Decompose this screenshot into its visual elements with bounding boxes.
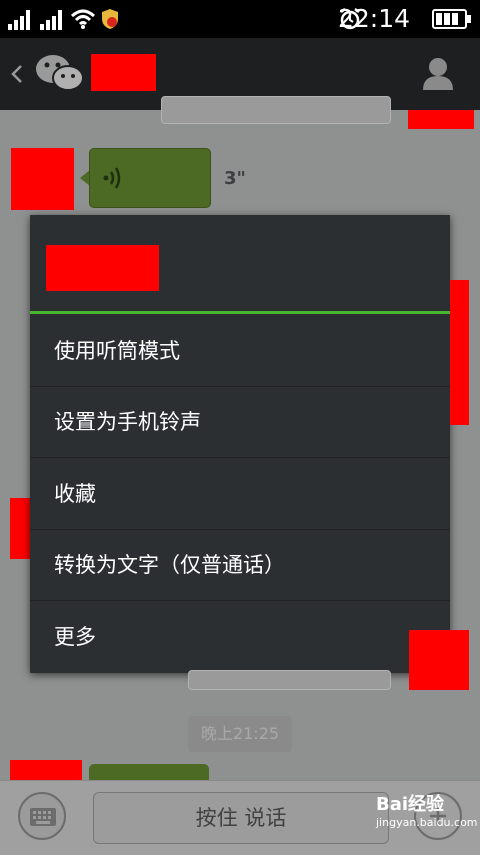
avatar-redacted — [11, 148, 74, 210]
keyboard-toggle-button[interactable] — [18, 792, 66, 840]
status-time: 22:14 — [337, 4, 410, 33]
hold-to-talk-button[interactable]: 按住 说话 — [93, 792, 389, 844]
battery-icon — [432, 9, 471, 29]
security-shield-icon — [102, 9, 118, 29]
message-bubble[interactable] — [161, 96, 391, 124]
wechat-logo-icon — [36, 55, 84, 91]
watermark-url: jingyan.baidu.com — [376, 816, 478, 829]
avatar-redacted — [408, 110, 474, 129]
context-menu: 使用听筒模式 设置为手机铃声 收藏 转换为文字（仅普通话） 更多 — [30, 215, 450, 673]
voice-duration: 3" — [224, 168, 246, 189]
back-chevron-icon[interactable] — [10, 64, 24, 84]
menu-title-divider — [30, 311, 450, 314]
voice-wave-icon — [103, 167, 121, 189]
menu-item-convert-to-text[interactable]: 转换为文字（仅普通话） — [30, 530, 450, 601]
menu-item-favorite[interactable]: 收藏 — [30, 459, 450, 530]
menu-title-redacted — [46, 245, 159, 291]
wifi-icon — [70, 9, 96, 29]
menu-item-earpiece-mode[interactable]: 使用听筒模式 — [30, 316, 450, 387]
message-timestamp: 晚上21:25 — [188, 716, 292, 752]
baidu-watermark: Bai经验 jingyan.baidu.com — [376, 790, 478, 829]
avatar-redacted — [10, 760, 82, 782]
watermark-brand: Bai经验 — [376, 794, 445, 815]
status-bar: 22:14 — [0, 0, 480, 38]
keyboard-icon — [30, 808, 56, 826]
contact-profile-icon[interactable] — [422, 56, 454, 90]
avatar-redacted — [10, 498, 32, 559]
avatar-redacted — [450, 280, 469, 425]
contact-name-redacted — [91, 54, 156, 91]
voice-message-bubble[interactable] — [89, 148, 211, 208]
menu-item-more[interactable]: 更多 — [30, 602, 450, 673]
signal-icon — [40, 10, 64, 30]
message-bubble[interactable] — [188, 670, 391, 690]
avatar-redacted — [409, 630, 469, 690]
menu-item-set-ringtone[interactable]: 设置为手机铃声 — [30, 387, 450, 458]
signal-icon — [8, 10, 32, 30]
